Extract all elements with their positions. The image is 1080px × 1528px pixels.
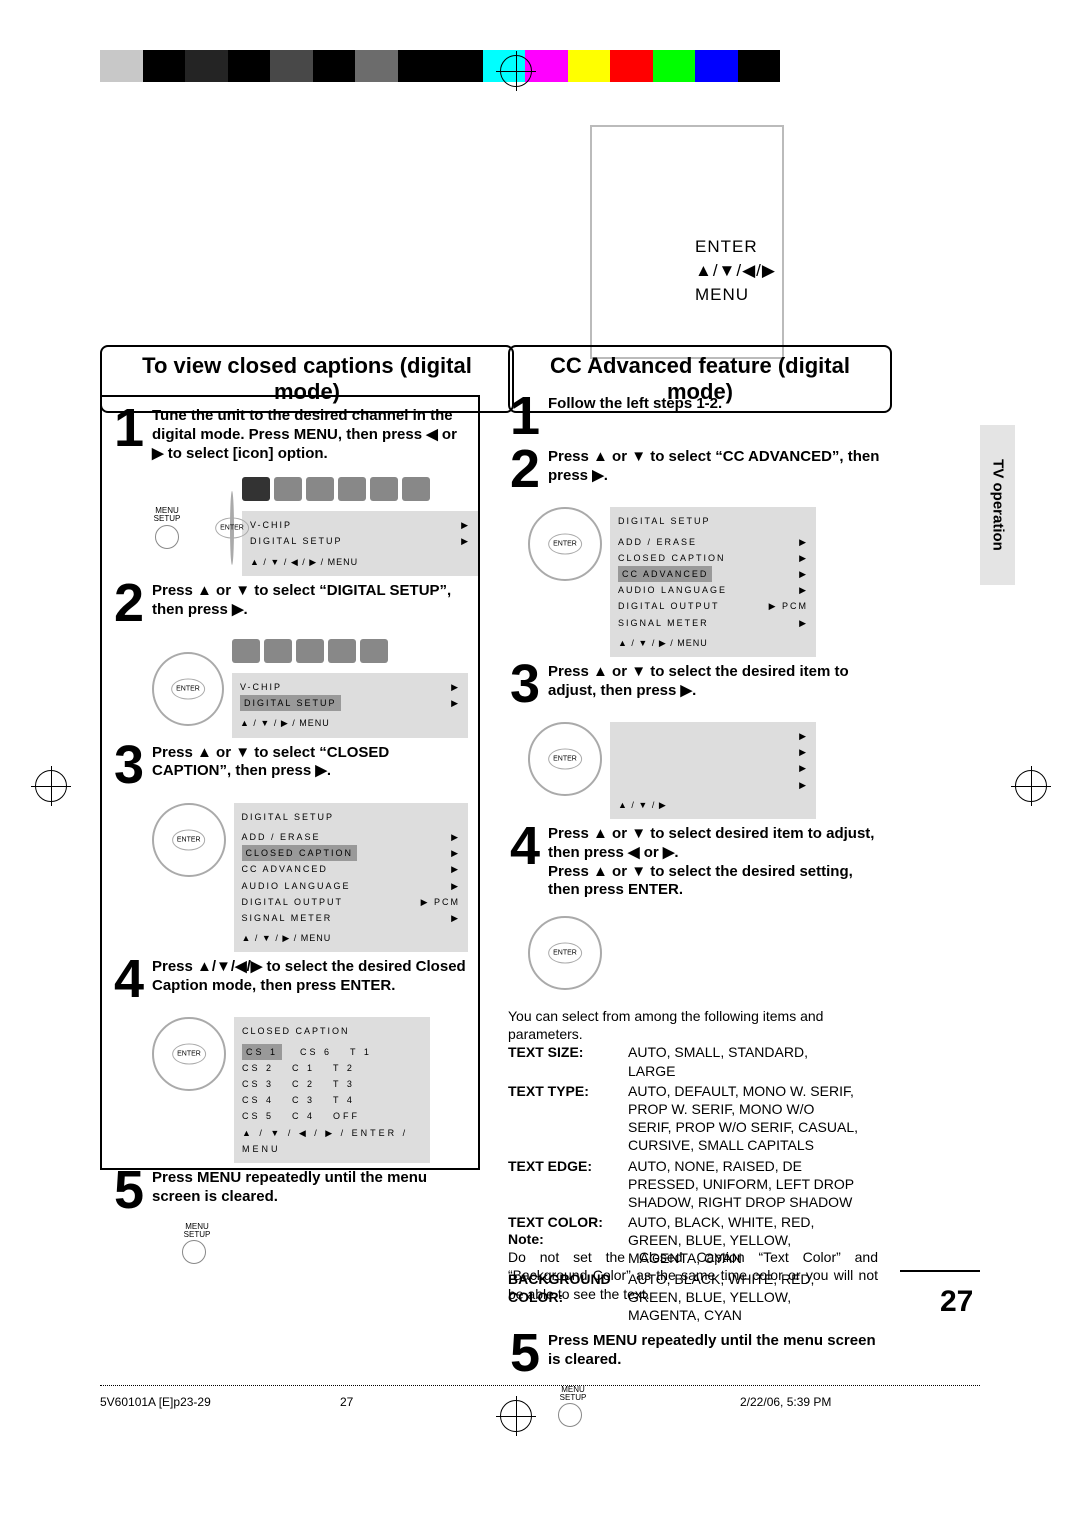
right-column: 1 Follow the left steps 1-2. 2 Press ▲ o…	[508, 395, 888, 1200]
left-step-4: 4 Press ▲/▼/◀/▶ to select the desired Cl…	[112, 958, 468, 1001]
dpad-icon	[230, 491, 234, 565]
registration-mark-left	[35, 770, 67, 802]
step-number: 4	[112, 958, 146, 1001]
step-number: 1	[112, 407, 146, 463]
step-number: 2	[112, 582, 146, 625]
step-text: Press MENU repeatedly until the menu scr…	[548, 1332, 876, 1368]
menu-setup-label: MENU SETUP	[152, 507, 182, 523]
note-heading: Note:	[508, 1231, 544, 1247]
step-number: 1	[508, 395, 542, 438]
step-text: Press ▲/▼/◀/▶ to select the desired Clos…	[152, 958, 466, 994]
print-color-bar	[100, 50, 780, 82]
footer-rule	[100, 1385, 980, 1386]
step-text: Press MENU repeatedly until the menu scr…	[152, 1169, 427, 1205]
left-step-1: 1 Tune the unit to the desired channel i…	[112, 407, 468, 463]
param-label: TEXT TYPE:	[508, 1082, 628, 1100]
right-step-5: 5 Press MENU repeatedly until the menu s…	[508, 1332, 888, 1375]
menu-setup-button-icon	[182, 1240, 206, 1264]
menu-tab-icon	[306, 477, 334, 501]
param-label: TEXT EDGE:	[508, 1157, 628, 1175]
menu-tab-icon	[242, 477, 270, 501]
note-body: Do not set the Closed Caption “Text Colo…	[508, 1248, 878, 1303]
param-value: AUTO, SMALL, STANDARD, LARGE	[628, 1043, 858, 1079]
left-step-5: 5 Press MENU repeatedly until the menu s…	[112, 1169, 468, 1212]
osd-panel-1: V-CHIP▶DIGITAL SETUP▶▲ / ▼ / ◀ / ▶ / MEN…	[242, 511, 478, 576]
step-text: Tune the unit to the desired channel in …	[152, 407, 457, 462]
menu-setup-button-icon	[558, 1403, 582, 1427]
menu-setup-label: MENU SETUP	[182, 1223, 212, 1239]
step-number: 2	[508, 448, 542, 491]
step-number: 5	[508, 1332, 542, 1375]
page-number: 27	[940, 1285, 973, 1319]
step-text: Press ▲ or ▼ to select the desired item …	[548, 663, 849, 699]
osd-panel-3: DIGITAL SETUPADD / ERASE▶CLOSED CAPTION▶…	[234, 803, 468, 953]
step-number: 4	[508, 825, 542, 900]
menu-tab-icon	[328, 639, 356, 663]
dpad-icon	[528, 916, 602, 990]
param-value: AUTO, DEFAULT, MONO W. SERIF, PROP W. SE…	[628, 1082, 858, 1155]
menu-tab-icon	[232, 639, 260, 663]
side-tab-label: TV operation	[989, 459, 1006, 551]
menu-tab-icon	[338, 477, 366, 501]
remote-labels: ENTER ▲/▼/◀/▶ MENU	[695, 235, 776, 306]
step-text: Press ▲ or ▼ to select “DIGITAL SETUP”, …	[152, 582, 451, 618]
step-text: Press ▲ or ▼ to select desired item to a…	[548, 825, 874, 898]
param-label: TEXT COLOR:	[508, 1213, 628, 1231]
right-step-3: 3 Press ▲ or ▼ to select the desired ite…	[508, 663, 888, 706]
menu-tab-icon	[402, 477, 430, 501]
dpad-icon	[528, 722, 602, 796]
side-tab: TV operation	[980, 425, 1015, 585]
step-text: Follow the left steps 1-2.	[548, 395, 722, 412]
footer-center: 27	[340, 1395, 353, 1409]
right-step-4: 4 Press ▲ or ▼ to select desired item to…	[508, 825, 888, 900]
step-number: 5	[112, 1169, 146, 1212]
footer-left: 5V60101A [E]p23-29	[100, 1395, 211, 1409]
dpad-icon	[528, 507, 602, 581]
osd-panel-r3: ▶ ▶ ▶ ▶▲ / ▼ / ▶	[610, 722, 816, 819]
left-step-3: 3 Press ▲ or ▼ to select “CLOSED CAPTION…	[112, 744, 468, 787]
note-block: Note: Do not set the Closed Caption “Tex…	[508, 1230, 878, 1303]
left-column: 1 Tune the unit to the desired channel i…	[100, 395, 480, 1170]
menu-setup-label: MENU SETUP	[558, 1386, 588, 1402]
remote-arrows-label: ▲/▼/◀/▶	[695, 259, 776, 283]
osd-panel-r2: DIGITAL SETUPADD / ERASE▶CLOSED CAPTION▶…	[610, 507, 816, 657]
osd-panel-2: V-CHIP▶DIGITAL SETUP▶▲ / ▼ / ▶ / MENU	[232, 673, 468, 738]
registration-mark-right	[1015, 770, 1047, 802]
menu-tab-icon	[274, 477, 302, 501]
remote-enter-label: ENTER	[695, 235, 776, 259]
footer-right: 2/22/06, 5:39 PM	[740, 1395, 831, 1409]
menu-tab-icon	[370, 477, 398, 501]
manual-page: ENTER ▲/▼/◀/▶ MENU To view closed captio…	[0, 0, 1080, 1528]
menu-setup-button-icon	[155, 525, 179, 549]
page-number-rule	[900, 1270, 980, 1272]
menu-icon-row	[242, 477, 430, 501]
dpad-icon	[152, 803, 226, 877]
cc-mode-table: CLOSED CAPTIONCS 1CS 6T 1CS 2C 1T 2CS 3C…	[234, 1017, 430, 1163]
dpad-icon	[152, 652, 224, 726]
registration-mark-top	[500, 55, 532, 87]
param-label: TEXT SIZE:	[508, 1043, 628, 1061]
right-step-2: 2 Press ▲ or ▼ to select “CC ADVANCED”, …	[508, 448, 888, 491]
menu-icon-row	[232, 639, 388, 663]
dpad-icon	[152, 1017, 226, 1091]
step-text: Press ▲ or ▼ to select “CC ADVANCED”, th…	[548, 448, 879, 484]
param-value: AUTO, NONE, RAISED, DE PRESSED, UNIFORM,…	[628, 1157, 858, 1212]
menu-tab-icon	[360, 639, 388, 663]
menu-tab-icon	[296, 639, 324, 663]
right-step-1: 1 Follow the left steps 1-2.	[508, 395, 888, 438]
left-step-2: 2 Press ▲ or ▼ to select “DIGITAL SETUP”…	[112, 582, 468, 625]
step-number: 3	[112, 744, 146, 787]
remote-menu-label: MENU	[695, 283, 776, 307]
step-number: 3	[508, 663, 542, 706]
step-text: Press ▲ or ▼ to select “CLOSED CAPTION”,…	[152, 744, 389, 780]
params-intro: You can select from among the following …	[508, 1007, 888, 1043]
registration-mark-bottom	[500, 1400, 532, 1432]
menu-tab-icon	[264, 639, 292, 663]
